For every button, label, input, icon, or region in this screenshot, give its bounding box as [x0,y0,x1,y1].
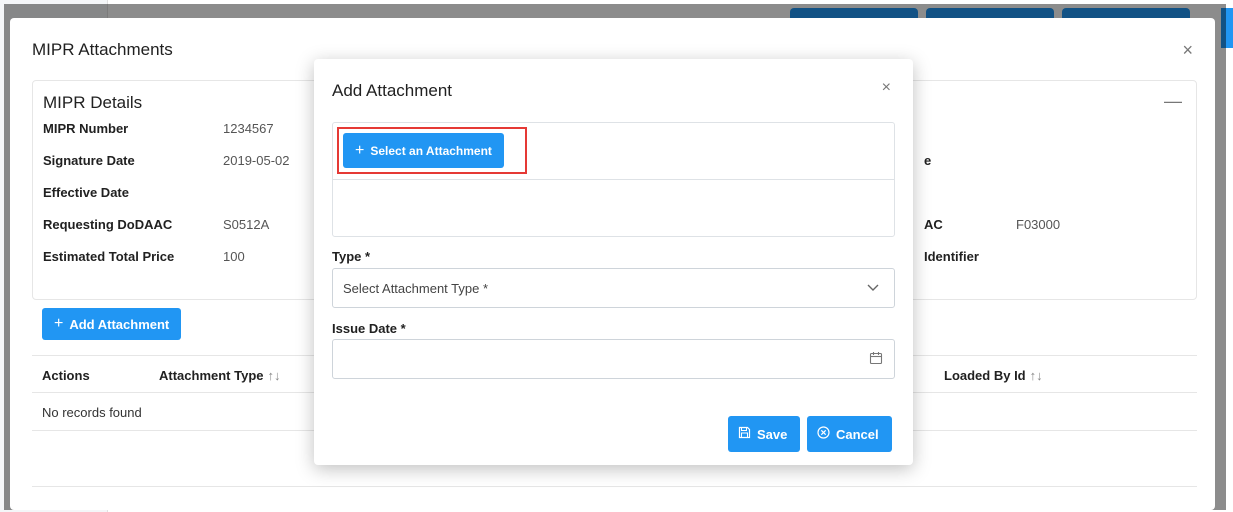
upload-toolbar: + Select an Attachment [333,123,894,180]
detail-label: Estimated Total Price [43,249,175,264]
column-header-actions: Actions [42,368,90,383]
type-label: Type * [332,249,371,264]
plus-icon: + [355,141,365,159]
detail-row: Effective Date [43,185,223,200]
close-icon[interactable]: × [1182,40,1193,61]
button-label: Cancel [836,426,879,442]
save-button[interactable]: Save [728,416,800,452]
button-label: Select an Attachment [370,143,492,158]
detail-value: F03000 [1016,217,1061,232]
dialog-title: Add Attachment [332,81,453,100]
column-header-attachment-type[interactable]: Attachment Type ↑↓ [159,368,281,383]
detail-value: 100 [223,249,245,264]
add-attachment-dialog: Add Attachment × + Select an Attachment … [314,59,913,465]
detail-value: 1234567 [223,121,274,136]
column-label: Attachment Type [159,368,264,383]
sort-icon[interactable]: ↑↓ [268,368,281,383]
column-label: Loaded By Id [944,368,1026,383]
button-label: Add Attachment [69,316,170,332]
save-icon [738,426,751,442]
calendar-icon[interactable] [869,351,883,365]
detail-row: Signature Date 2019-05-02 [43,153,290,168]
detail-row: MIPR Number 1234567 [43,121,274,136]
detail-row: Requesting DoDAAC S0512A [43,217,269,232]
button-label: Save [757,426,788,442]
add-attachment-button[interactable]: + Add Attachment [42,308,182,340]
select-placeholder: Select Attachment Type * [343,280,489,296]
plus-icon: + [54,315,64,332]
issue-date-label: Issue Date * [332,321,406,336]
detail-label: AC [924,217,943,232]
detail-label: Effective Date [43,185,129,200]
detail-label: e [924,153,932,168]
cancel-icon [817,426,830,442]
detail-label: MIPR Number [43,121,129,136]
empty-message: No records found [42,405,142,420]
close-icon[interactable]: × [882,79,891,97]
select-attachment-button[interactable]: + Select an Attachment [343,133,504,168]
upload-dropzone[interactable] [333,180,894,236]
file-upload: + Select an Attachment [332,122,895,237]
chevron-down-icon [866,280,880,297]
sort-icon[interactable]: ↑↓ [1030,368,1043,383]
dialog-title: MIPR Attachments [32,40,173,59]
column-header-loaded-by-id[interactable]: Loaded By Id ↑↓ [944,368,1043,383]
detail-label: Identifier [924,249,979,264]
detail-value: 2019-05-02 [223,153,290,168]
collapse-icon[interactable]: — [1164,91,1182,112]
detail-label: Signature Date [43,153,135,168]
panel-title: MIPR Details [43,93,143,112]
attachment-type-select[interactable]: Select Attachment Type * [332,268,895,308]
detail-label: Requesting DoDAAC [43,217,173,232]
issue-date-input[interactable] [332,339,895,379]
detail-row: Estimated Total Price 100 [43,249,245,264]
detail-value: S0512A [223,217,270,232]
cancel-button[interactable]: Cancel [807,416,892,452]
